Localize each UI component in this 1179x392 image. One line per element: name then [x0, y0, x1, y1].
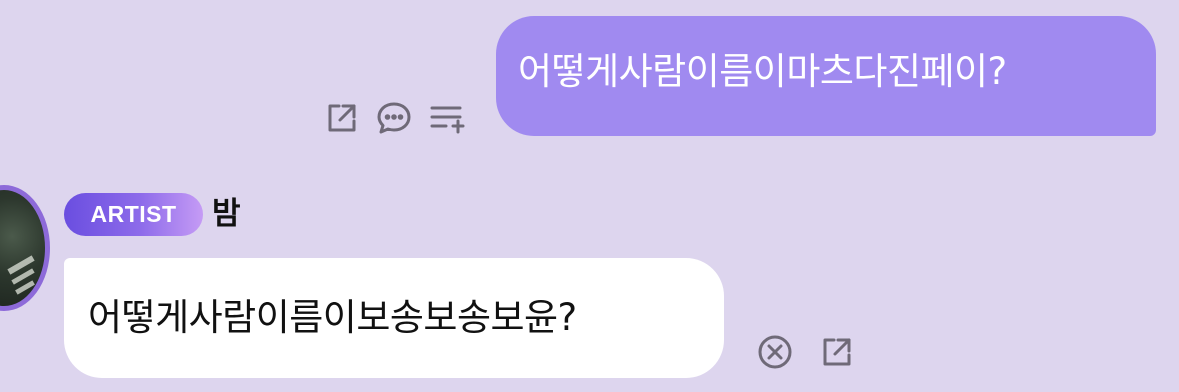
comment-icon[interactable]: [374, 98, 414, 138]
chat-screen: { "messages": { "outgoing": { "text": "어…: [0, 0, 1179, 392]
close-circle-icon[interactable]: [755, 332, 795, 372]
sender-name[interactable]: 밤: [212, 193, 241, 236]
artist-badge: ARTIST: [64, 193, 203, 236]
outgoing-message-bubble[interactable]: 어떻게사람이름이마츠다진페이?: [496, 16, 1156, 136]
share-icon[interactable]: [817, 332, 857, 372]
share-icon[interactable]: [322, 98, 362, 138]
incoming-message-bubble[interactable]: 어떻게사람이름이보송보송보윤?: [64, 258, 724, 378]
incoming-message-actions: [755, 332, 879, 372]
artist-avatar[interactable]: [0, 185, 50, 311]
add-to-list-icon[interactable]: [426, 98, 466, 138]
outgoing-message-actions: [322, 98, 478, 138]
